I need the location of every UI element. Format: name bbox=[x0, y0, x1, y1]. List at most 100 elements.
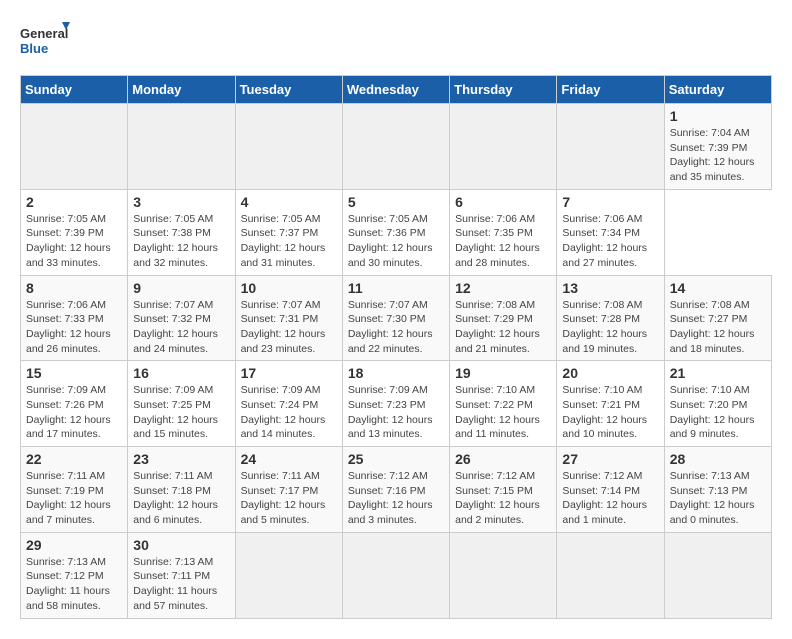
day-info: Sunrise: 7:05 AMSunset: 7:39 PMDaylight:… bbox=[26, 212, 122, 271]
weekday-header-saturday: Saturday bbox=[664, 76, 771, 104]
day-info: Sunrise: 7:05 AMSunset: 7:38 PMDaylight:… bbox=[133, 212, 229, 271]
empty-cell bbox=[342, 104, 449, 190]
day-info: Sunrise: 7:08 AMSunset: 7:28 PMDaylight:… bbox=[562, 298, 658, 357]
day-number: 27 bbox=[562, 451, 658, 467]
day-number: 12 bbox=[455, 280, 551, 296]
calendar-day-12: 12 Sunrise: 7:08 AMSunset: 7:29 PMDayligh… bbox=[450, 275, 557, 361]
day-number: 20 bbox=[562, 365, 658, 381]
weekday-header-thursday: Thursday bbox=[450, 76, 557, 104]
header: General Blue bbox=[20, 20, 772, 65]
day-number: 28 bbox=[670, 451, 766, 467]
calendar-row: 8 Sunrise: 7:06 AMSunset: 7:33 PMDaylight… bbox=[21, 275, 772, 361]
day-info: Sunrise: 7:06 AMSunset: 7:35 PMDaylight:… bbox=[455, 212, 551, 271]
calendar-row: 15 Sunrise: 7:09 AMSunset: 7:26 PMDayligh… bbox=[21, 361, 772, 447]
day-number: 3 bbox=[133, 194, 229, 210]
logo-svg: General Blue bbox=[20, 20, 70, 65]
day-number: 23 bbox=[133, 451, 229, 467]
empty-cell bbox=[21, 104, 128, 190]
calendar-row: 29 Sunrise: 7:13 AMSunset: 7:12 PMDayligh… bbox=[21, 532, 772, 618]
day-number: 2 bbox=[26, 194, 122, 210]
empty-cell bbox=[235, 104, 342, 190]
day-info: Sunrise: 7:06 AMSunset: 7:34 PMDaylight:… bbox=[562, 212, 658, 271]
svg-text:General: General bbox=[20, 26, 68, 41]
day-info: Sunrise: 7:09 AMSunset: 7:26 PMDaylight:… bbox=[26, 383, 122, 442]
day-info: Sunrise: 7:04 AMSunset: 7:39 PMDaylight:… bbox=[670, 126, 766, 185]
empty-cell bbox=[128, 104, 235, 190]
calendar-day-24: 24 Sunrise: 7:11 AMSunset: 7:17 PMDayligh… bbox=[235, 447, 342, 533]
day-info: Sunrise: 7:08 AMSunset: 7:29 PMDaylight:… bbox=[455, 298, 551, 357]
day-number: 30 bbox=[133, 537, 229, 553]
day-info: Sunrise: 7:11 AMSunset: 7:17 PMDaylight:… bbox=[241, 469, 337, 528]
day-number: 22 bbox=[26, 451, 122, 467]
day-number: 26 bbox=[455, 451, 551, 467]
day-number: 5 bbox=[348, 194, 444, 210]
day-number: 11 bbox=[348, 280, 444, 296]
calendar-day-26: 26 Sunrise: 7:12 AMSunset: 7:15 PMDayligh… bbox=[450, 447, 557, 533]
day-info: Sunrise: 7:13 AMSunset: 7:13 PMDaylight:… bbox=[670, 469, 766, 528]
logo: General Blue bbox=[20, 20, 70, 65]
calendar-day-23: 23 Sunrise: 7:11 AMSunset: 7:18 PMDayligh… bbox=[128, 447, 235, 533]
calendar-table: SundayMondayTuesdayWednesdayThursdayFrid… bbox=[20, 75, 772, 619]
calendar-day-30: 30 Sunrise: 7:13 AMSunset: 7:11 PMDayligh… bbox=[128, 532, 235, 618]
empty-cell bbox=[235, 532, 342, 618]
calendar-day-25: 25 Sunrise: 7:12 AMSunset: 7:16 PMDayligh… bbox=[342, 447, 449, 533]
empty-cell bbox=[450, 532, 557, 618]
weekday-header-friday: Friday bbox=[557, 76, 664, 104]
day-info: Sunrise: 7:09 AMSunset: 7:23 PMDaylight:… bbox=[348, 383, 444, 442]
calendar-day-28: 28 Sunrise: 7:13 AMSunset: 7:13 PMDayligh… bbox=[664, 447, 771, 533]
day-info: Sunrise: 7:08 AMSunset: 7:27 PMDaylight:… bbox=[670, 298, 766, 357]
calendar-row: 2 Sunrise: 7:05 AMSunset: 7:39 PMDaylight… bbox=[21, 189, 772, 275]
day-info: Sunrise: 7:10 AMSunset: 7:21 PMDaylight:… bbox=[562, 383, 658, 442]
calendar-day-20: 20 Sunrise: 7:10 AMSunset: 7:21 PMDayligh… bbox=[557, 361, 664, 447]
day-number: 29 bbox=[26, 537, 122, 553]
day-info: Sunrise: 7:12 AMSunset: 7:15 PMDaylight:… bbox=[455, 469, 551, 528]
day-number: 10 bbox=[241, 280, 337, 296]
day-info: Sunrise: 7:13 AMSunset: 7:11 PMDaylight:… bbox=[133, 555, 229, 614]
day-info: Sunrise: 7:12 AMSunset: 7:14 PMDaylight:… bbox=[562, 469, 658, 528]
calendar-day-7: 7 Sunrise: 7:06 AMSunset: 7:34 PMDaylight… bbox=[557, 189, 664, 275]
calendar-day-17: 17 Sunrise: 7:09 AMSunset: 7:24 PMDayligh… bbox=[235, 361, 342, 447]
day-number: 1 bbox=[670, 108, 766, 124]
empty-cell bbox=[664, 532, 771, 618]
day-info: Sunrise: 7:06 AMSunset: 7:33 PMDaylight:… bbox=[26, 298, 122, 357]
calendar-day-10: 10Sunrise: 7:07 AMSunset: 7:31 PMDayligh… bbox=[235, 275, 342, 361]
day-info: Sunrise: 7:09 AMSunset: 7:24 PMDaylight:… bbox=[241, 383, 337, 442]
weekday-header-monday: Monday bbox=[128, 76, 235, 104]
svg-text:Blue: Blue bbox=[20, 41, 48, 56]
calendar-day-6: 6 Sunrise: 7:06 AMSunset: 7:35 PMDaylight… bbox=[450, 189, 557, 275]
calendar-day-21: 21Sunrise: 7:10 AMSunset: 7:20 PMDayligh… bbox=[664, 361, 771, 447]
day-info: Sunrise: 7:13 AMSunset: 7:12 PMDaylight:… bbox=[26, 555, 122, 614]
calendar-day-4: 4 Sunrise: 7:05 AMSunset: 7:37 PMDaylight… bbox=[235, 189, 342, 275]
day-number: 25 bbox=[348, 451, 444, 467]
day-number: 17 bbox=[241, 365, 337, 381]
day-info: Sunrise: 7:11 AMSunset: 7:18 PMDaylight:… bbox=[133, 469, 229, 528]
day-number: 6 bbox=[455, 194, 551, 210]
calendar-day-16: 16Sunrise: 7:09 AMSunset: 7:25 PMDayligh… bbox=[128, 361, 235, 447]
day-number: 15 bbox=[26, 365, 122, 381]
day-info: Sunrise: 7:12 AMSunset: 7:16 PMDaylight:… bbox=[348, 469, 444, 528]
weekday-header-row: SundayMondayTuesdayWednesdayThursdayFrid… bbox=[21, 76, 772, 104]
day-number: 4 bbox=[241, 194, 337, 210]
day-info: Sunrise: 7:07 AMSunset: 7:32 PMDaylight:… bbox=[133, 298, 229, 357]
weekday-header-tuesday: Tuesday bbox=[235, 76, 342, 104]
day-number: 7 bbox=[562, 194, 658, 210]
day-info: Sunrise: 7:09 AMSunset: 7:25 PMDaylight:… bbox=[133, 383, 229, 442]
calendar-day-2: 2 Sunrise: 7:05 AMSunset: 7:39 PMDaylight… bbox=[21, 189, 128, 275]
day-number: 21 bbox=[670, 365, 766, 381]
empty-cell bbox=[342, 532, 449, 618]
calendar-day-19: 19Sunrise: 7:10 AMSunset: 7:22 PMDayligh… bbox=[450, 361, 557, 447]
calendar-day-11: 11Sunrise: 7:07 AMSunset: 7:30 PMDayligh… bbox=[342, 275, 449, 361]
calendar-day-8: 8 Sunrise: 7:06 AMSunset: 7:33 PMDaylight… bbox=[21, 275, 128, 361]
calendar-day-13: 13Sunrise: 7:08 AMSunset: 7:28 PMDayligh… bbox=[557, 275, 664, 361]
day-info: Sunrise: 7:05 AMSunset: 7:37 PMDaylight:… bbox=[241, 212, 337, 271]
calendar-day-22: 22Sunrise: 7:11 AMSunset: 7:19 PMDayligh… bbox=[21, 447, 128, 533]
calendar-row: 1 Sunrise: 7:04 AMSunset: 7:39 PMDaylight… bbox=[21, 104, 772, 190]
calendar-day-3: 3 Sunrise: 7:05 AMSunset: 7:38 PMDaylight… bbox=[128, 189, 235, 275]
calendar-day-29: 29 Sunrise: 7:13 AMSunset: 7:12 PMDayligh… bbox=[21, 532, 128, 618]
day-number: 24 bbox=[241, 451, 337, 467]
weekday-header-sunday: Sunday bbox=[21, 76, 128, 104]
empty-cell bbox=[557, 104, 664, 190]
day-number: 8 bbox=[26, 280, 122, 296]
calendar-day-15: 15 Sunrise: 7:09 AMSunset: 7:26 PMDayligh… bbox=[21, 361, 128, 447]
day-number: 9 bbox=[133, 280, 229, 296]
